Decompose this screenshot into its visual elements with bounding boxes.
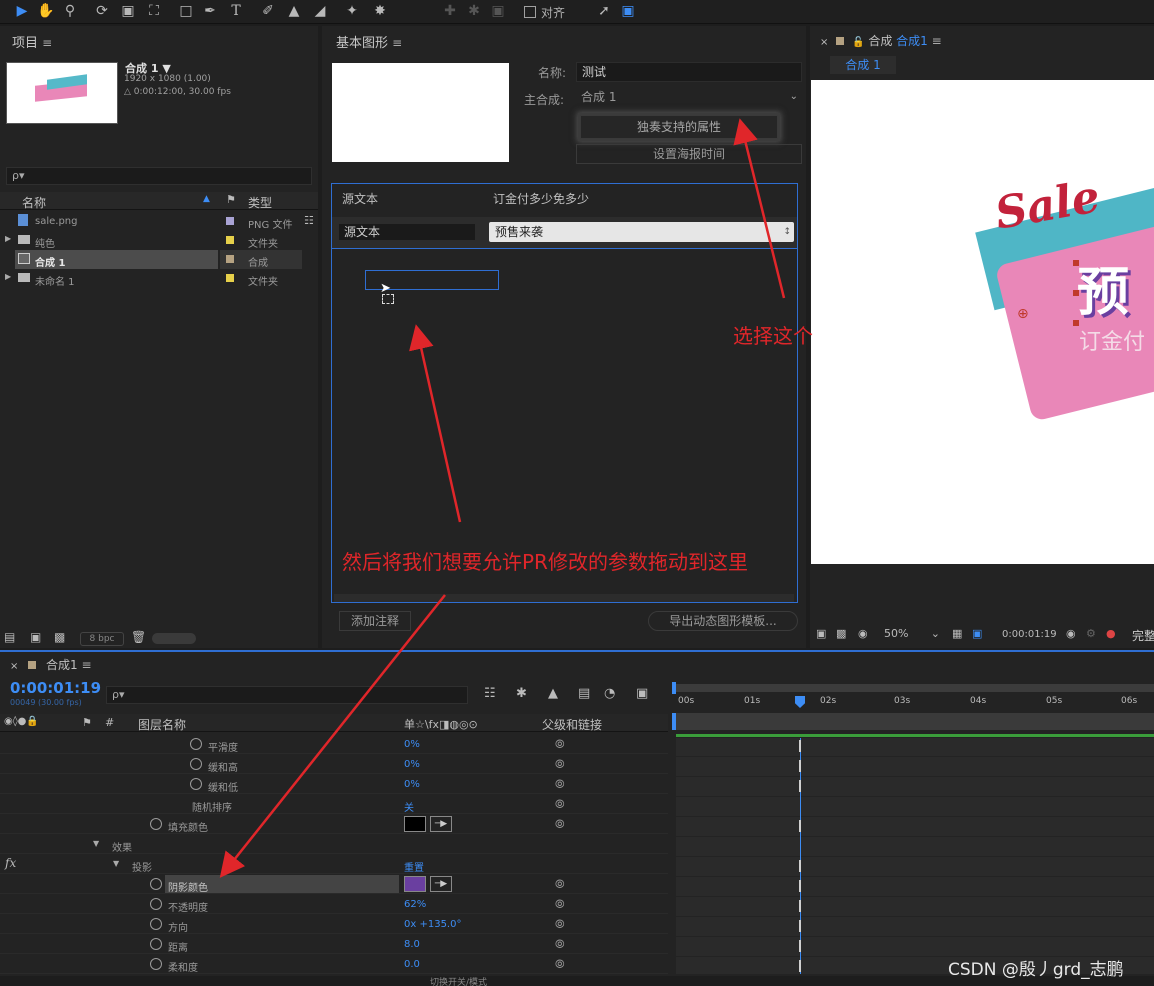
arrow-to-shadow-color	[219, 594, 446, 878]
watermark: CSDN @殷丿grd_志鹏	[948, 960, 1124, 980]
annotation-arrows	[219, 118, 786, 878]
annotation-drag-here: 然后将我们想要允许PR修改的参数拖动到这里	[342, 550, 748, 574]
arrow-to-solo-button	[733, 118, 786, 299]
arrow-to-drop-area	[409, 324, 462, 523]
annotation-select-this: 选择这个	[733, 324, 813, 348]
